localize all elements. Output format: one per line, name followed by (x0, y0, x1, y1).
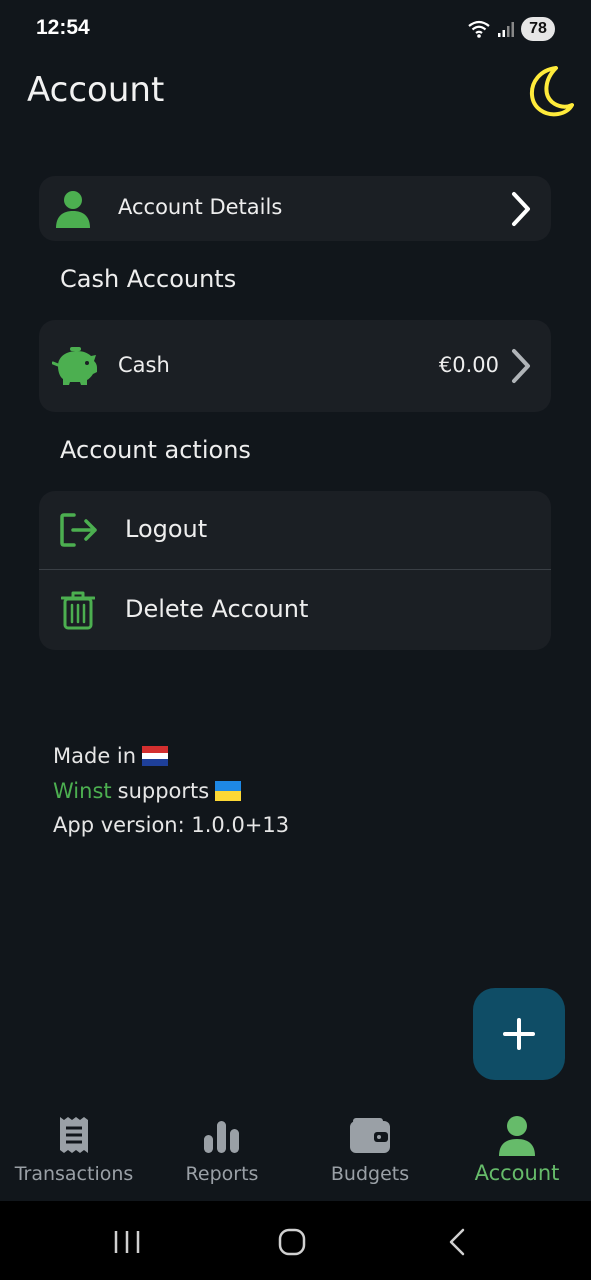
moon-icon[interactable] (526, 64, 574, 118)
account-actions-heading: Account actions (60, 436, 251, 464)
cash-account-name: Cash (118, 353, 170, 377)
nav-label-transactions: Transactions (14, 1163, 134, 1185)
plus-icon (503, 1018, 535, 1050)
account-details-label: Account Details (118, 195, 283, 219)
recent-apps-icon[interactable] (113, 1229, 141, 1255)
status-icons: 78 (467, 17, 555, 41)
account-details-button[interactable]: Account Details (39, 176, 551, 241)
battery-indicator: 78 (521, 17, 555, 41)
home-icon[interactable] (278, 1228, 306, 1256)
cash-accounts-heading: Cash Accounts (60, 265, 237, 293)
made-in-line: Made in (53, 744, 169, 768)
receipt-icon (60, 1117, 88, 1153)
add-button[interactable] (473, 988, 565, 1080)
nav-label-reports: Reports (185, 1163, 259, 1185)
person-icon (56, 191, 90, 228)
nav-item-reports[interactable]: Reports (148, 1105, 296, 1201)
supports-line: Winst supports (53, 779, 242, 803)
app-version: App version: 1.0.0+13 (53, 813, 290, 837)
made-in-text: Made in (53, 744, 137, 768)
nav-item-account[interactable]: Account (443, 1105, 591, 1201)
chevron-right-icon (512, 192, 530, 226)
status-time: 12:54 (36, 16, 90, 39)
nav-label-budgets: Budgets (330, 1163, 410, 1185)
trash-icon (61, 591, 95, 630)
supports-text: supports (117, 779, 210, 803)
logout-icon (60, 513, 97, 547)
delete-account-label: Delete Account (125, 595, 309, 623)
nav-item-budgets[interactable]: Budgets (296, 1105, 444, 1201)
nav-item-transactions[interactable]: Transactions (0, 1105, 148, 1201)
delete-account-button[interactable]: Delete Account (39, 571, 551, 650)
piggy-bank-icon (52, 347, 97, 385)
wifi-icon (468, 20, 490, 38)
cash-account-balance: €0.00 (438, 353, 499, 377)
chevron-right-icon (512, 349, 530, 383)
ukraine-flag-icon (215, 781, 242, 801)
page-title: Account (27, 70, 165, 110)
divider (39, 569, 551, 570)
bottom-nav: Transactions Reports Budgets Account (0, 1105, 591, 1201)
wallet-icon (350, 1118, 390, 1153)
bar-chart-icon (204, 1121, 239, 1153)
system-navigation-bar (0, 1201, 591, 1280)
cash-account-item[interactable]: Cash €0.00 (39, 320, 551, 412)
status-bar: 12:54 78 (0, 0, 591, 58)
logout-label: Logout (125, 515, 208, 543)
account-actions-card: Logout Delete Account (39, 491, 551, 650)
netherlands-flag-icon (142, 746, 169, 766)
signal-icon (498, 22, 514, 37)
back-icon[interactable] (447, 1228, 467, 1256)
person-icon (499, 1116, 535, 1156)
brand-name: Winst (53, 779, 112, 803)
nav-label-account: Account (474, 1161, 560, 1185)
logout-button[interactable]: Logout (39, 491, 551, 569)
